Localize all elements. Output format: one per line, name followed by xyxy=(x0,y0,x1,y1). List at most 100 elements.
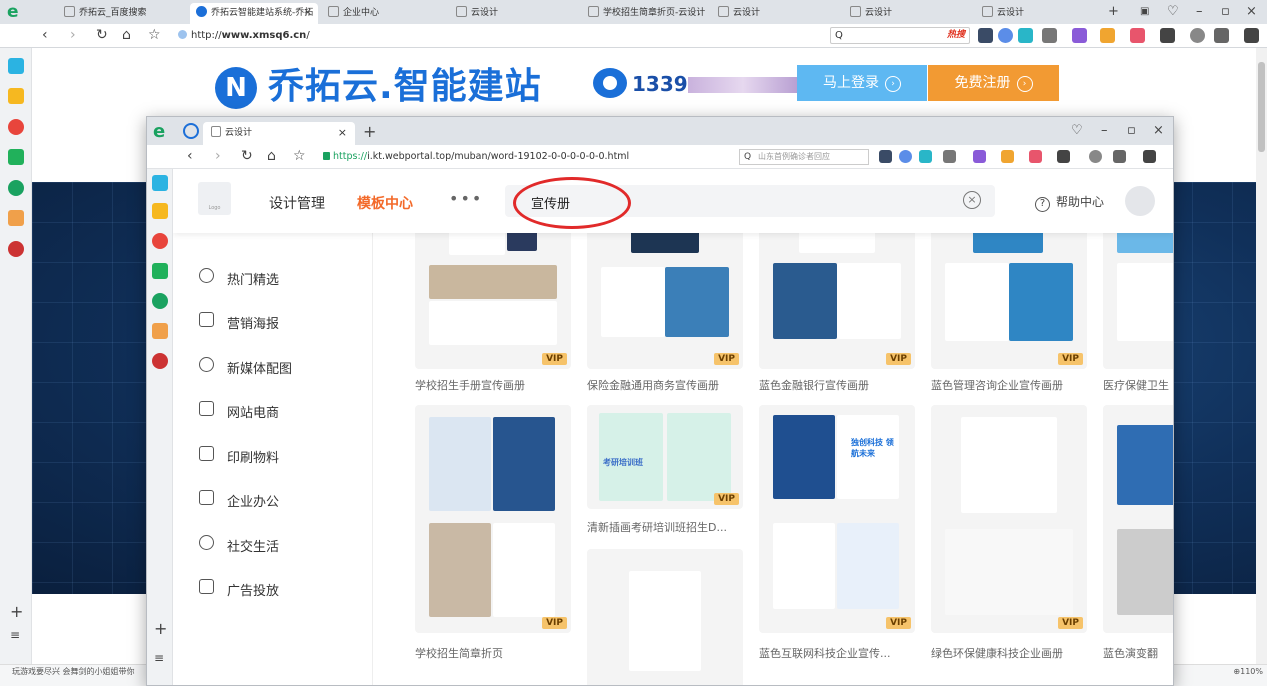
more-icon[interactable]: ••• xyxy=(449,189,483,208)
clear-search-icon[interactable]: × xyxy=(963,191,981,209)
mail-icon[interactable] xyxy=(8,149,24,165)
extension-icon[interactable] xyxy=(1072,28,1087,43)
maximize-button[interactable]: ▫ xyxy=(1127,123,1136,138)
refresh-icon[interactable]: ↻ xyxy=(96,27,108,44)
game-icon[interactable] xyxy=(1029,150,1042,163)
menu-item-poster[interactable]: 营销海报 xyxy=(199,312,279,332)
menu-item-hot[interactable]: 热门精选 xyxy=(199,268,279,288)
brand-logo[interactable]: Logo xyxy=(198,182,231,215)
template-card[interactable] xyxy=(1103,405,1173,633)
add-icon[interactable]: + xyxy=(154,619,167,638)
weibo-icon[interactable] xyxy=(8,119,24,135)
menu-item-new-media[interactable]: 新媒体配图 xyxy=(199,357,292,377)
back-icon[interactable]: ‹ xyxy=(42,27,48,44)
sidebar-app-icon[interactable] xyxy=(8,58,24,74)
template-title[interactable]: 蓝色管理咨询企业宣传画册 xyxy=(931,377,1091,393)
outer-url-field[interactable]: http://www.xmsq6.cn/ xyxy=(178,27,818,44)
template-card[interactable] xyxy=(587,549,743,685)
menu-icon[interactable] xyxy=(1143,150,1156,163)
template-title[interactable]: 学校招生手册宣传画册 xyxy=(415,377,575,393)
template-card[interactable]: VIP xyxy=(587,209,743,369)
template-card[interactable]: VIP xyxy=(415,209,571,369)
extension-icon[interactable] xyxy=(1001,150,1014,163)
inner-url-field[interactable]: https://i.kt.webportal.top/muban/word-19… xyxy=(323,149,629,165)
close-icon[interactable]: × xyxy=(304,3,312,23)
close-window-button[interactable]: × xyxy=(1246,3,1257,21)
template-title[interactable]: 绿色环保健康科技企业画册 xyxy=(931,645,1091,661)
menu-icon[interactable]: ≡ xyxy=(10,628,20,642)
new-tab-button[interactable]: + xyxy=(1108,3,1119,21)
favorite-star-icon[interactable]: ☆ xyxy=(148,27,161,44)
outer-tab-school-brochure[interactable]: 学校招生简章折页-云设计 xyxy=(582,3,708,24)
home-icon[interactable]: ⌂ xyxy=(122,27,131,44)
weibo-icon[interactable] xyxy=(152,233,168,249)
template-title[interactable]: 保险金融通用商务宣传画册 xyxy=(587,377,747,393)
browser-logo-icon[interactable]: e xyxy=(7,3,25,21)
panda-icon[interactable] xyxy=(152,353,168,369)
nav-design-management[interactable]: 设计管理 xyxy=(269,193,325,213)
menu-item-print[interactable]: 印刷物料 xyxy=(199,446,279,466)
compass-icon[interactable] xyxy=(183,123,199,139)
extension-icon[interactable] xyxy=(998,28,1013,43)
settings-icon[interactable] xyxy=(1190,28,1205,43)
nav-template-center[interactable]: 模板中心 xyxy=(357,193,413,213)
template-title[interactable]: 蓝色演变翻 xyxy=(1103,645,1173,661)
apps-grid-icon[interactable] xyxy=(1160,28,1175,43)
game-icon[interactable] xyxy=(1130,28,1145,43)
menu-item-ecommerce[interactable]: 网站电商 xyxy=(199,401,279,421)
apps-grid-icon[interactable] xyxy=(1057,150,1070,163)
template-card[interactable]: 独创科技 领航未来 VIP xyxy=(759,405,915,633)
favorites-icon[interactable] xyxy=(152,203,168,219)
game-icon[interactable] xyxy=(8,210,24,226)
extension-icon[interactable] xyxy=(879,150,892,163)
undo-icon[interactable] xyxy=(1214,28,1229,43)
refresh-icon[interactable]: ↻ xyxy=(241,148,253,165)
outer-tab-yunsheji-4[interactable]: 云设计 xyxy=(976,3,1096,24)
avatar[interactable] xyxy=(1125,186,1155,216)
inner-tab-yunsheji[interactable]: 云设计 × xyxy=(203,122,355,145)
close-window-button[interactable]: × xyxy=(1153,123,1164,138)
help-center-link[interactable]: ? 帮助中心 xyxy=(1035,193,1104,212)
game-icon[interactable] xyxy=(152,323,168,339)
skin-icon[interactable]: ♡ xyxy=(1071,123,1083,138)
outer-scrollbar[interactable] xyxy=(1256,48,1267,664)
template-title[interactable]: 清新插画考研培训班招生D... xyxy=(587,519,747,535)
panda-icon[interactable] xyxy=(8,241,24,257)
register-button[interactable]: 免费注册 › xyxy=(928,65,1059,101)
tab-list-icon[interactable]: ▣ xyxy=(1140,3,1149,21)
scissors-icon[interactable] xyxy=(1042,28,1057,43)
outer-tab-yunsheji-3[interactable]: 云设计 xyxy=(844,3,964,24)
home-icon[interactable]: ⌂ xyxy=(267,148,276,165)
menu-icon[interactable]: ≡ xyxy=(154,651,164,665)
inner-search-input[interactable]: Q 山东首例确诊者回应 xyxy=(739,149,869,165)
outer-tab-enterprise[interactable]: 企业中心 xyxy=(322,3,442,24)
favorites-icon[interactable] xyxy=(8,88,24,104)
template-title[interactable]: 蓝色金融银行宣传画册 xyxy=(759,377,919,393)
sidebar-app-icon[interactable] xyxy=(152,175,168,191)
outer-tab-baidu[interactable]: 乔拓云_百度搜索 xyxy=(58,3,176,24)
browser-logo-icon[interactable]: e xyxy=(153,122,165,142)
outer-search-input[interactable]: Q 热搜 xyxy=(830,27,970,44)
extension-icon[interactable] xyxy=(1018,28,1033,43)
forward-icon[interactable]: › xyxy=(70,27,76,44)
template-card[interactable]: VIP xyxy=(931,405,1087,633)
extension-icon[interactable] xyxy=(973,150,986,163)
menu-item-ads[interactable]: 广告投放 xyxy=(199,579,279,599)
maximize-button[interactable]: ▫ xyxy=(1221,3,1230,21)
menu-item-office[interactable]: 企业办公 xyxy=(199,490,279,510)
template-card[interactable] xyxy=(1103,209,1173,369)
template-card[interactable]: VIP xyxy=(931,209,1087,369)
add-icon[interactable]: + xyxy=(10,602,23,621)
template-title[interactable]: 学校招生简章折页 xyxy=(415,645,575,661)
minimize-button[interactable]: – xyxy=(1101,123,1108,138)
template-card[interactable]: VIP xyxy=(759,209,915,369)
template-card[interactable]: VIP xyxy=(415,405,571,633)
forward-icon[interactable]: › xyxy=(215,148,221,165)
undo-icon[interactable] xyxy=(1113,150,1126,163)
minimize-button[interactable]: – xyxy=(1196,3,1203,21)
outer-tab-qituoyun[interactable]: 乔拓云智能建站系统-乔拓 × xyxy=(190,3,318,24)
scissors-icon[interactable] xyxy=(943,150,956,163)
close-icon[interactable]: × xyxy=(338,122,347,144)
settings-icon[interactable] xyxy=(1089,150,1102,163)
zoom-level[interactable]: ⊕110% xyxy=(1233,665,1263,679)
